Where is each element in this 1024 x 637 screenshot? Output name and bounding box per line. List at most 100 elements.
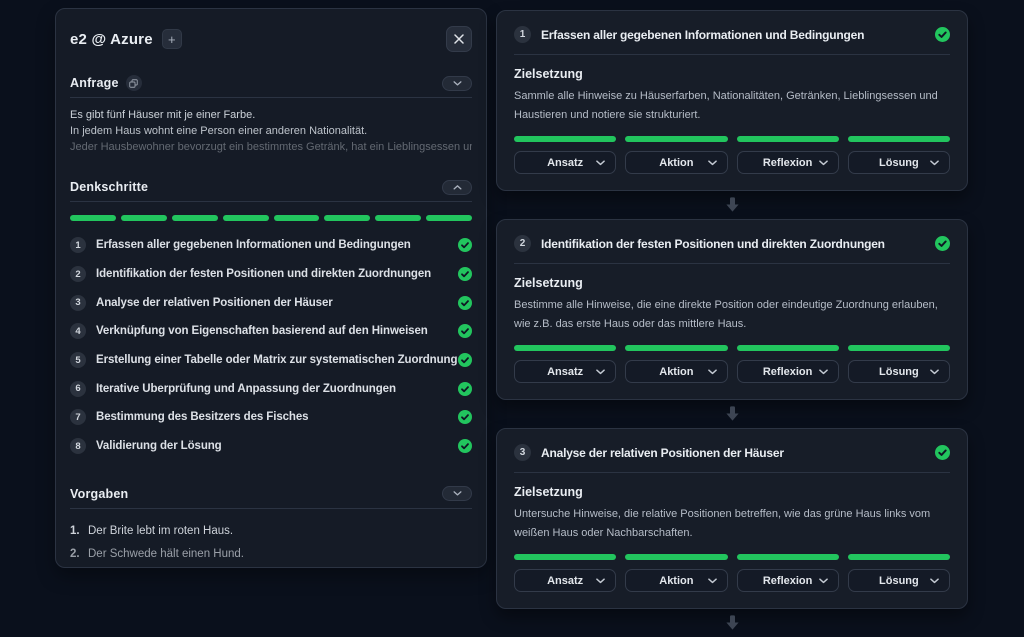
constraint-text: Der Brite lebt im roten Haus. <box>88 520 233 543</box>
phase-dropdown-button[interactable]: Aktion <box>625 151 727 174</box>
chevron-down-icon <box>930 369 939 375</box>
phase-card-header: 1 Erfassen aller gegebenen Informationen… <box>514 23 950 54</box>
vorgaben-heading: Vorgaben <box>70 487 128 501</box>
step-label: Bestimmung des Besitzers des Fisches <box>96 411 308 423</box>
chevron-down-icon <box>708 578 717 584</box>
progress-segment <box>514 554 616 560</box>
progress-segment <box>848 136 950 142</box>
goal-description: Sammle alle Hinweise zu Häuserfarben, Na… <box>514 87 950 124</box>
phase-dropdown-button[interactable]: Aktion <box>625 360 727 383</box>
step-label: Validierung der Lösung <box>96 440 222 452</box>
chevron-down-icon <box>819 160 828 166</box>
vorgaben-collapse-button[interactable] <box>442 486 472 501</box>
thinking-step-row[interactable]: 8 Validierung der Lösung <box>70 432 472 461</box>
dropdown-label: Aktion <box>659 366 693 378</box>
phase-dropdown-button[interactable]: Ansatz <box>514 151 616 174</box>
check-circle-icon <box>458 439 472 453</box>
anfrage-collapse-button[interactable] <box>442 76 472 91</box>
copy-button[interactable] <box>126 75 142 91</box>
check-circle-icon <box>935 236 950 251</box>
check-circle-icon <box>458 324 472 338</box>
progress-segment <box>737 345 839 351</box>
goal-heading: Zielsetzung <box>514 67 950 81</box>
thinking-step-row[interactable]: 6 Iterative Überprüfung und Anpassung de… <box>70 374 472 403</box>
constraint-text: Der Schwede hält einen Hund. <box>88 543 244 566</box>
vorgaben-section: Vorgaben 1. Der Brite lebt im roten Haus… <box>70 485 472 569</box>
constraint-number: 1. <box>70 520 88 543</box>
dropdown-label: Lösung <box>879 157 919 169</box>
step-number-badge: 6 <box>70 381 86 397</box>
phase-title: Analyse der relativen Positionen der Häu… <box>541 446 925 460</box>
phase-dropdown-button[interactable]: Lösung <box>848 151 950 174</box>
chevron-down-icon <box>708 369 717 375</box>
constraint-number: 3. <box>70 566 88 569</box>
phase-dropdown-button[interactable]: Reflexion <box>737 360 839 383</box>
thinking-step-row[interactable]: 5 Erstellung einer Tabelle oder Matrix z… <box>70 346 472 375</box>
thinking-step-row[interactable]: 4 Verknüpfung von Eigenschaften basieren… <box>70 317 472 346</box>
goal-description: Untersuche Hinweise, die relative Positi… <box>514 505 950 542</box>
check-circle-icon <box>458 382 472 396</box>
chevron-down-icon <box>930 578 939 584</box>
constraint-item: 3. Der Däne trinkt gerne Tee. <box>70 566 472 569</box>
anfrage-section: Anfrage Es gibt fünf Häuser mit je einer… <box>70 74 472 155</box>
dropdown-label: Ansatz <box>547 575 583 587</box>
phase-title: Identifikation der festen Positionen und… <box>541 237 925 251</box>
dropdown-label: Ansatz <box>547 157 583 169</box>
steps-progress-bar <box>70 215 472 221</box>
goal-description: Bestimme alle Hinweise, die eine direkte… <box>514 296 950 333</box>
phase-progress-bars <box>514 345 950 351</box>
constraint-text: Der Däne trinkt gerne Tee. <box>88 566 223 569</box>
dropdown-label: Aktion <box>659 157 693 169</box>
denkschritte-section: Denkschritte 1 Erfassen aller gegebenen … <box>70 178 472 461</box>
phase-buttons-row: Ansatz Aktion Reflexion Lösung <box>514 151 950 174</box>
step-label: Erfassen aller gegebenen Informationen u… <box>96 239 411 251</box>
progress-segment <box>514 345 616 351</box>
progress-segment <box>172 215 218 221</box>
dropdown-label: Lösung <box>879 575 919 587</box>
check-circle-icon <box>458 410 472 424</box>
dropdown-label: Reflexion <box>763 366 813 378</box>
x-icon <box>454 34 464 44</box>
phase-dropdown-button[interactable]: Reflexion <box>737 151 839 174</box>
chevron-down-icon <box>819 369 828 375</box>
thinking-step-row[interactable]: 7 Bestimmung des Besitzers des Fisches <box>70 403 472 432</box>
arrow-down-icon <box>725 615 740 631</box>
goal-heading: Zielsetzung <box>514 276 950 290</box>
phase-buttons-row: Ansatz Aktion Reflexion Lösung <box>514 569 950 592</box>
add-button[interactable]: + <box>162 29 182 49</box>
close-button[interactable] <box>446 26 472 52</box>
check-circle-icon <box>458 267 472 281</box>
denkschritte-collapse-button[interactable] <box>442 180 472 195</box>
progress-segment <box>121 215 167 221</box>
progress-segment <box>848 554 950 560</box>
phase-progress-bars <box>514 554 950 560</box>
thinking-step-row[interactable]: 3 Analyse der relativen Positionen der H… <box>70 288 472 317</box>
phase-dropdown-button[interactable]: Lösung <box>848 569 950 592</box>
phase-title: Erfassen aller gegebenen Informationen u… <box>541 28 925 42</box>
progress-segment <box>324 215 370 221</box>
phase-dropdown-button[interactable]: Aktion <box>625 569 727 592</box>
phase-card-header: 3 Analyse der relativen Positionen der H… <box>514 441 950 472</box>
denkschritte-heading: Denkschritte <box>70 180 148 194</box>
phase-progress-bars <box>514 136 950 142</box>
phase-dropdown-button[interactable]: Reflexion <box>737 569 839 592</box>
constraint-item: 2. Der Schwede hält einen Hund. <box>70 543 472 566</box>
check-circle-icon <box>935 445 950 460</box>
progress-segment <box>274 215 320 221</box>
progress-segment <box>737 136 839 142</box>
dropdown-label: Aktion <box>659 575 693 587</box>
phase-dropdown-button[interactable]: Ansatz <box>514 569 616 592</box>
phase-card: 3 Analyse der relativen Positionen der H… <box>496 428 968 609</box>
thinking-step-row[interactable]: 2 Identifikation der festen Positionen u… <box>70 260 472 289</box>
anfrage-line: Es gibt fünf Häuser mit je einer Farbe. <box>70 107 472 123</box>
phase-number-badge: 1 <box>514 26 531 43</box>
progress-segment <box>70 215 116 221</box>
phase-dropdown-button[interactable]: Ansatz <box>514 360 616 383</box>
constraint-number: 2. <box>70 543 88 566</box>
phase-dropdown-button[interactable]: Lösung <box>848 360 950 383</box>
phase-card: 2 Identifikation der festen Positionen u… <box>496 219 968 400</box>
phase-card: 1 Erfassen aller gegebenen Informationen… <box>496 10 968 191</box>
step-number-badge: 2 <box>70 266 86 282</box>
thinking-step-row[interactable]: 1 Erfassen aller gegebenen Informationen… <box>70 231 472 260</box>
step-number-badge: 5 <box>70 352 86 368</box>
